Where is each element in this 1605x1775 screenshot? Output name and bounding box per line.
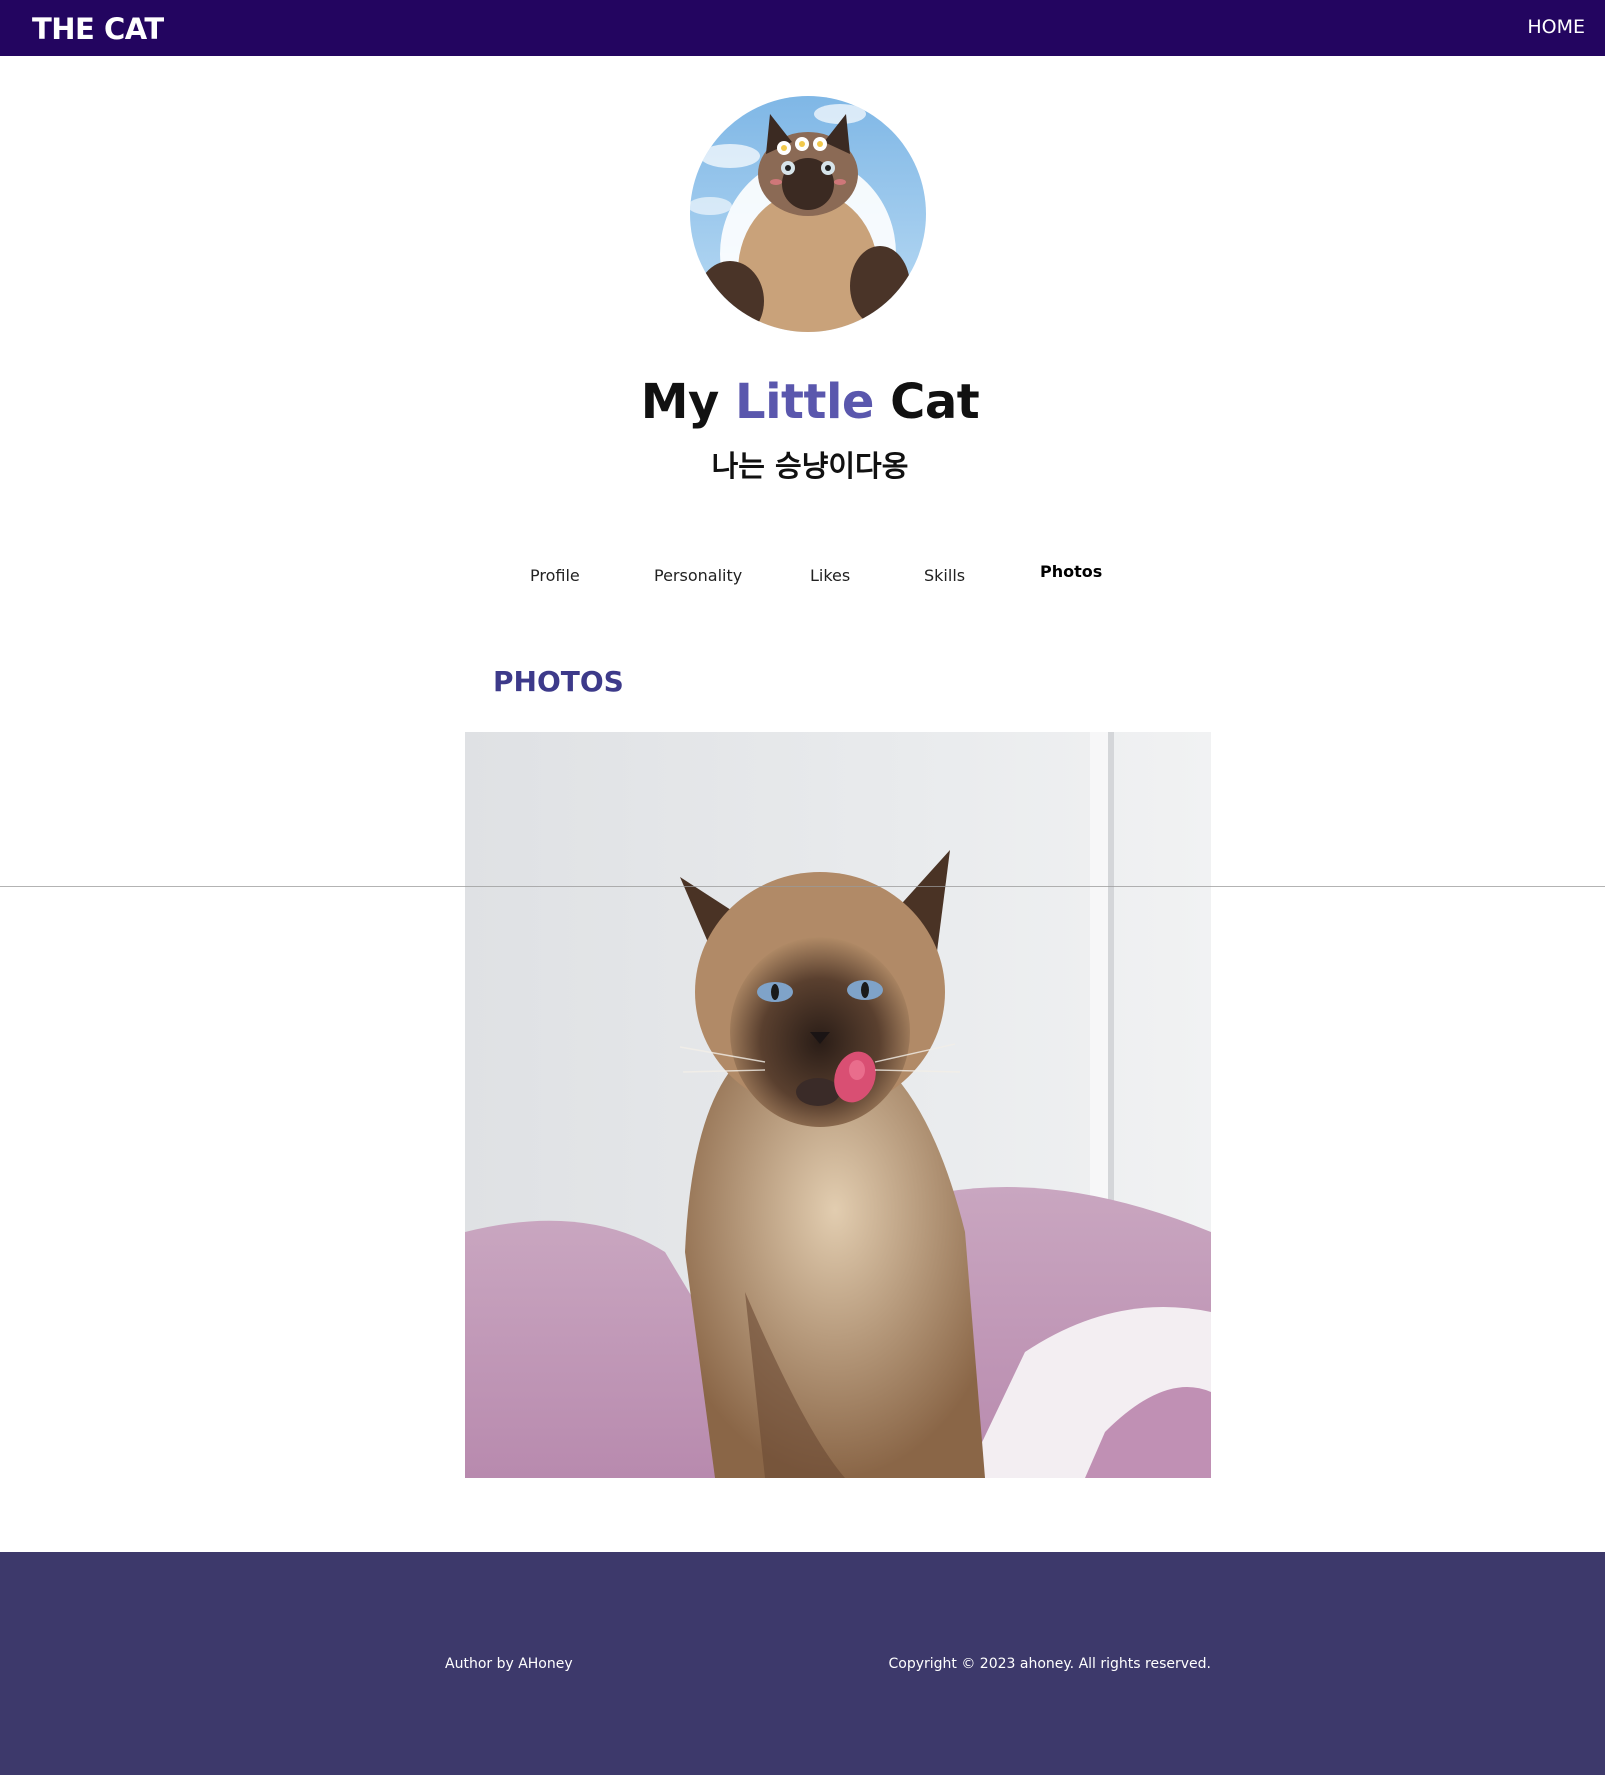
tab-likes[interactable]: Likes <box>810 566 850 585</box>
horizontal-divider <box>0 886 1605 887</box>
footer-copyright-text: Copyright © 2023 ahoney. All rights rese… <box>888 1656 1212 1672</box>
tab-profile[interactable]: Profile <box>530 566 580 585</box>
page-title: My Little Cat <box>0 372 1605 432</box>
title-part-1: My <box>640 374 736 430</box>
tab-photos[interactable]: Photos <box>1040 562 1102 581</box>
section-title: PHOTOS <box>493 665 624 698</box>
tab-personality[interactable]: Personality <box>654 566 742 585</box>
page-footer <box>0 1552 1605 1775</box>
cat-avatar-image <box>690 96 926 332</box>
nav-home-link[interactable]: HOME <box>1527 16 1585 38</box>
footer-author-text: Author by AHoney <box>445 1656 573 1672</box>
brand-logo-link[interactable]: THE CAT <box>32 12 164 46</box>
cat-photo <box>465 732 1211 1478</box>
top-navbar: THE CAT HOME <box>0 0 1605 56</box>
title-accent: Little <box>735 374 874 430</box>
tab-skills[interactable]: Skills <box>924 566 965 585</box>
title-part-2: Cat <box>873 374 980 430</box>
page-subtitle: 나는 승냥이다옹 <box>711 449 909 483</box>
